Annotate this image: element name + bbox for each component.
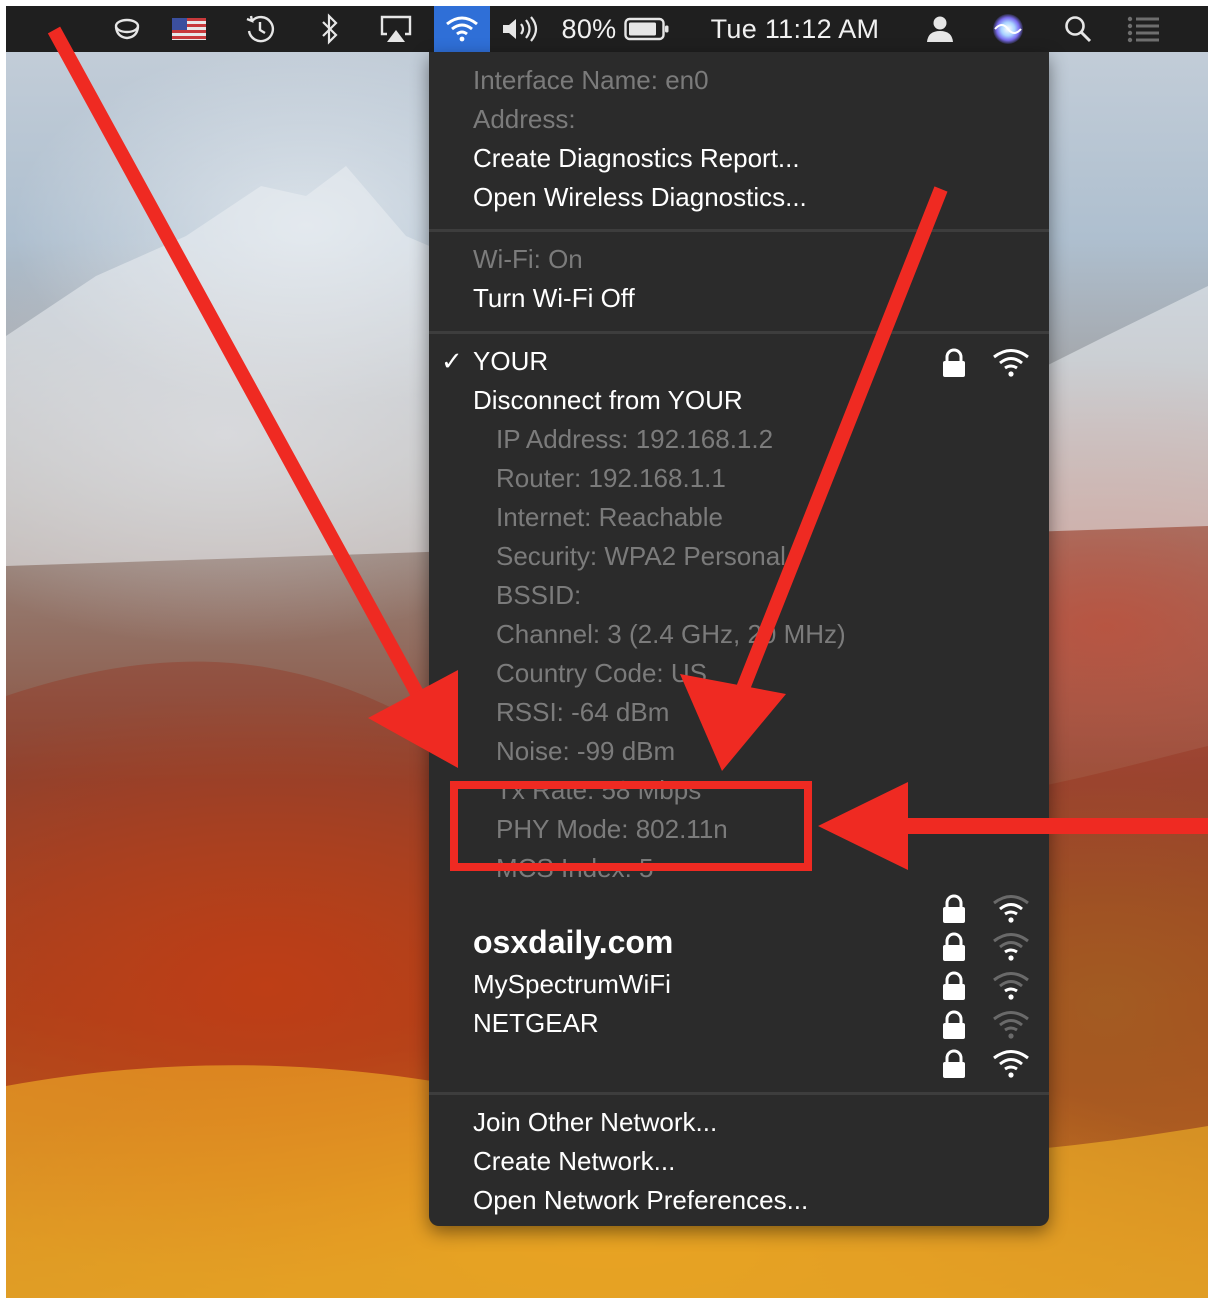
screenshot-frame: 80% Tue 11:12 AM Interface Name: en0 Add… — [6, 6, 1208, 1298]
open-network-preferences-item[interactable]: Open Network Preferences... — [473, 1183, 808, 1217]
network-item-osxdaily[interactable]: osxdaily.com — [473, 925, 673, 959]
bluetooth-icon[interactable] — [310, 6, 350, 52]
wifi-signal-strong-icon — [993, 1050, 1029, 1078]
wifi-signal-icon — [993, 972, 1029, 1000]
us-flag-icon[interactable] — [168, 6, 210, 52]
menu-separator — [429, 331, 1049, 334]
checkmark-icon: ✓ — [441, 346, 463, 376]
lock-icon — [943, 894, 965, 923]
menu-separator — [429, 1092, 1049, 1095]
lock-icon — [943, 348, 965, 377]
phy-mode-highlight-box — [450, 781, 812, 871]
lock-icon — [943, 971, 965, 1000]
network-item-netgear[interactable]: NETGEAR — [473, 1006, 599, 1040]
lock-icon — [943, 1049, 965, 1078]
ip-address-detail: IP Address: 192.168.1.2 — [496, 424, 774, 454]
menu-bar: 80% Tue 11:12 AM — [6, 6, 1208, 52]
lock-icon — [943, 1010, 965, 1039]
wifi-dropdown-menu: Interface Name: en0 Address: Create Diag… — [429, 52, 1049, 1226]
wifi-menu-icon[interactable] — [434, 6, 490, 52]
create-diagnostics-report-item[interactable]: Create Diagnostics Report... — [473, 141, 800, 175]
rssi-detail: RSSI: -64 dBm — [496, 697, 670, 727]
wifi-signal-strong-icon — [993, 349, 1029, 377]
coffee-cup-icon[interactable] — [106, 6, 150, 52]
volume-icon[interactable] — [496, 6, 546, 52]
menu-separator — [429, 229, 1049, 232]
channel-detail: Channel: 3 (2.4 GHz, 20 MHz) — [496, 619, 846, 649]
noise-detail: Noise: -99 dBm — [496, 736, 676, 766]
notification-center-icon[interactable] — [1118, 6, 1168, 52]
wifi-signal-icon — [993, 933, 1029, 961]
siri-icon[interactable] — [986, 6, 1030, 52]
create-network-item[interactable]: Create Network... — [473, 1144, 675, 1178]
security-detail: Security: WPA2 Personal — [496, 541, 786, 571]
turn-wifi-off-item[interactable]: Turn Wi-Fi Off — [473, 281, 635, 315]
internet-detail: Internet: Reachable — [496, 502, 723, 532]
battery-icon[interactable] — [620, 6, 674, 52]
address-label: Address: — [473, 104, 576, 134]
connected-network-name[interactable]: YOUR — [473, 344, 548, 378]
join-other-network-item[interactable]: Join Other Network... — [473, 1105, 717, 1139]
spotlight-search-icon[interactable] — [1056, 6, 1100, 52]
country-code-detail: Country Code: US — [496, 658, 707, 688]
bssid-detail: BSSID: — [496, 580, 582, 610]
battery-percentage[interactable]: 80% — [559, 6, 619, 52]
wifi-status: Wi-Fi: On — [473, 244, 583, 274]
router-detail: Router: 192.168.1.1 — [496, 463, 726, 493]
interface-name: Interface Name: en0 — [473, 65, 709, 95]
user-icon[interactable] — [918, 6, 962, 52]
wifi-signal-weak-icon — [993, 1011, 1029, 1039]
airplay-icon[interactable] — [374, 6, 418, 52]
lock-icon — [943, 932, 965, 961]
open-wireless-diagnostics-item[interactable]: Open Wireless Diagnostics... — [473, 180, 807, 214]
menubar-clock[interactable]: Tue 11:12 AM — [706, 6, 884, 52]
wifi-signal-icon — [993, 895, 1029, 923]
disconnect-item[interactable]: Disconnect from YOUR — [473, 383, 743, 417]
time-machine-icon[interactable] — [238, 6, 282, 52]
network-item-myspectrumwifi[interactable]: MySpectrumWiFi — [473, 967, 671, 1001]
